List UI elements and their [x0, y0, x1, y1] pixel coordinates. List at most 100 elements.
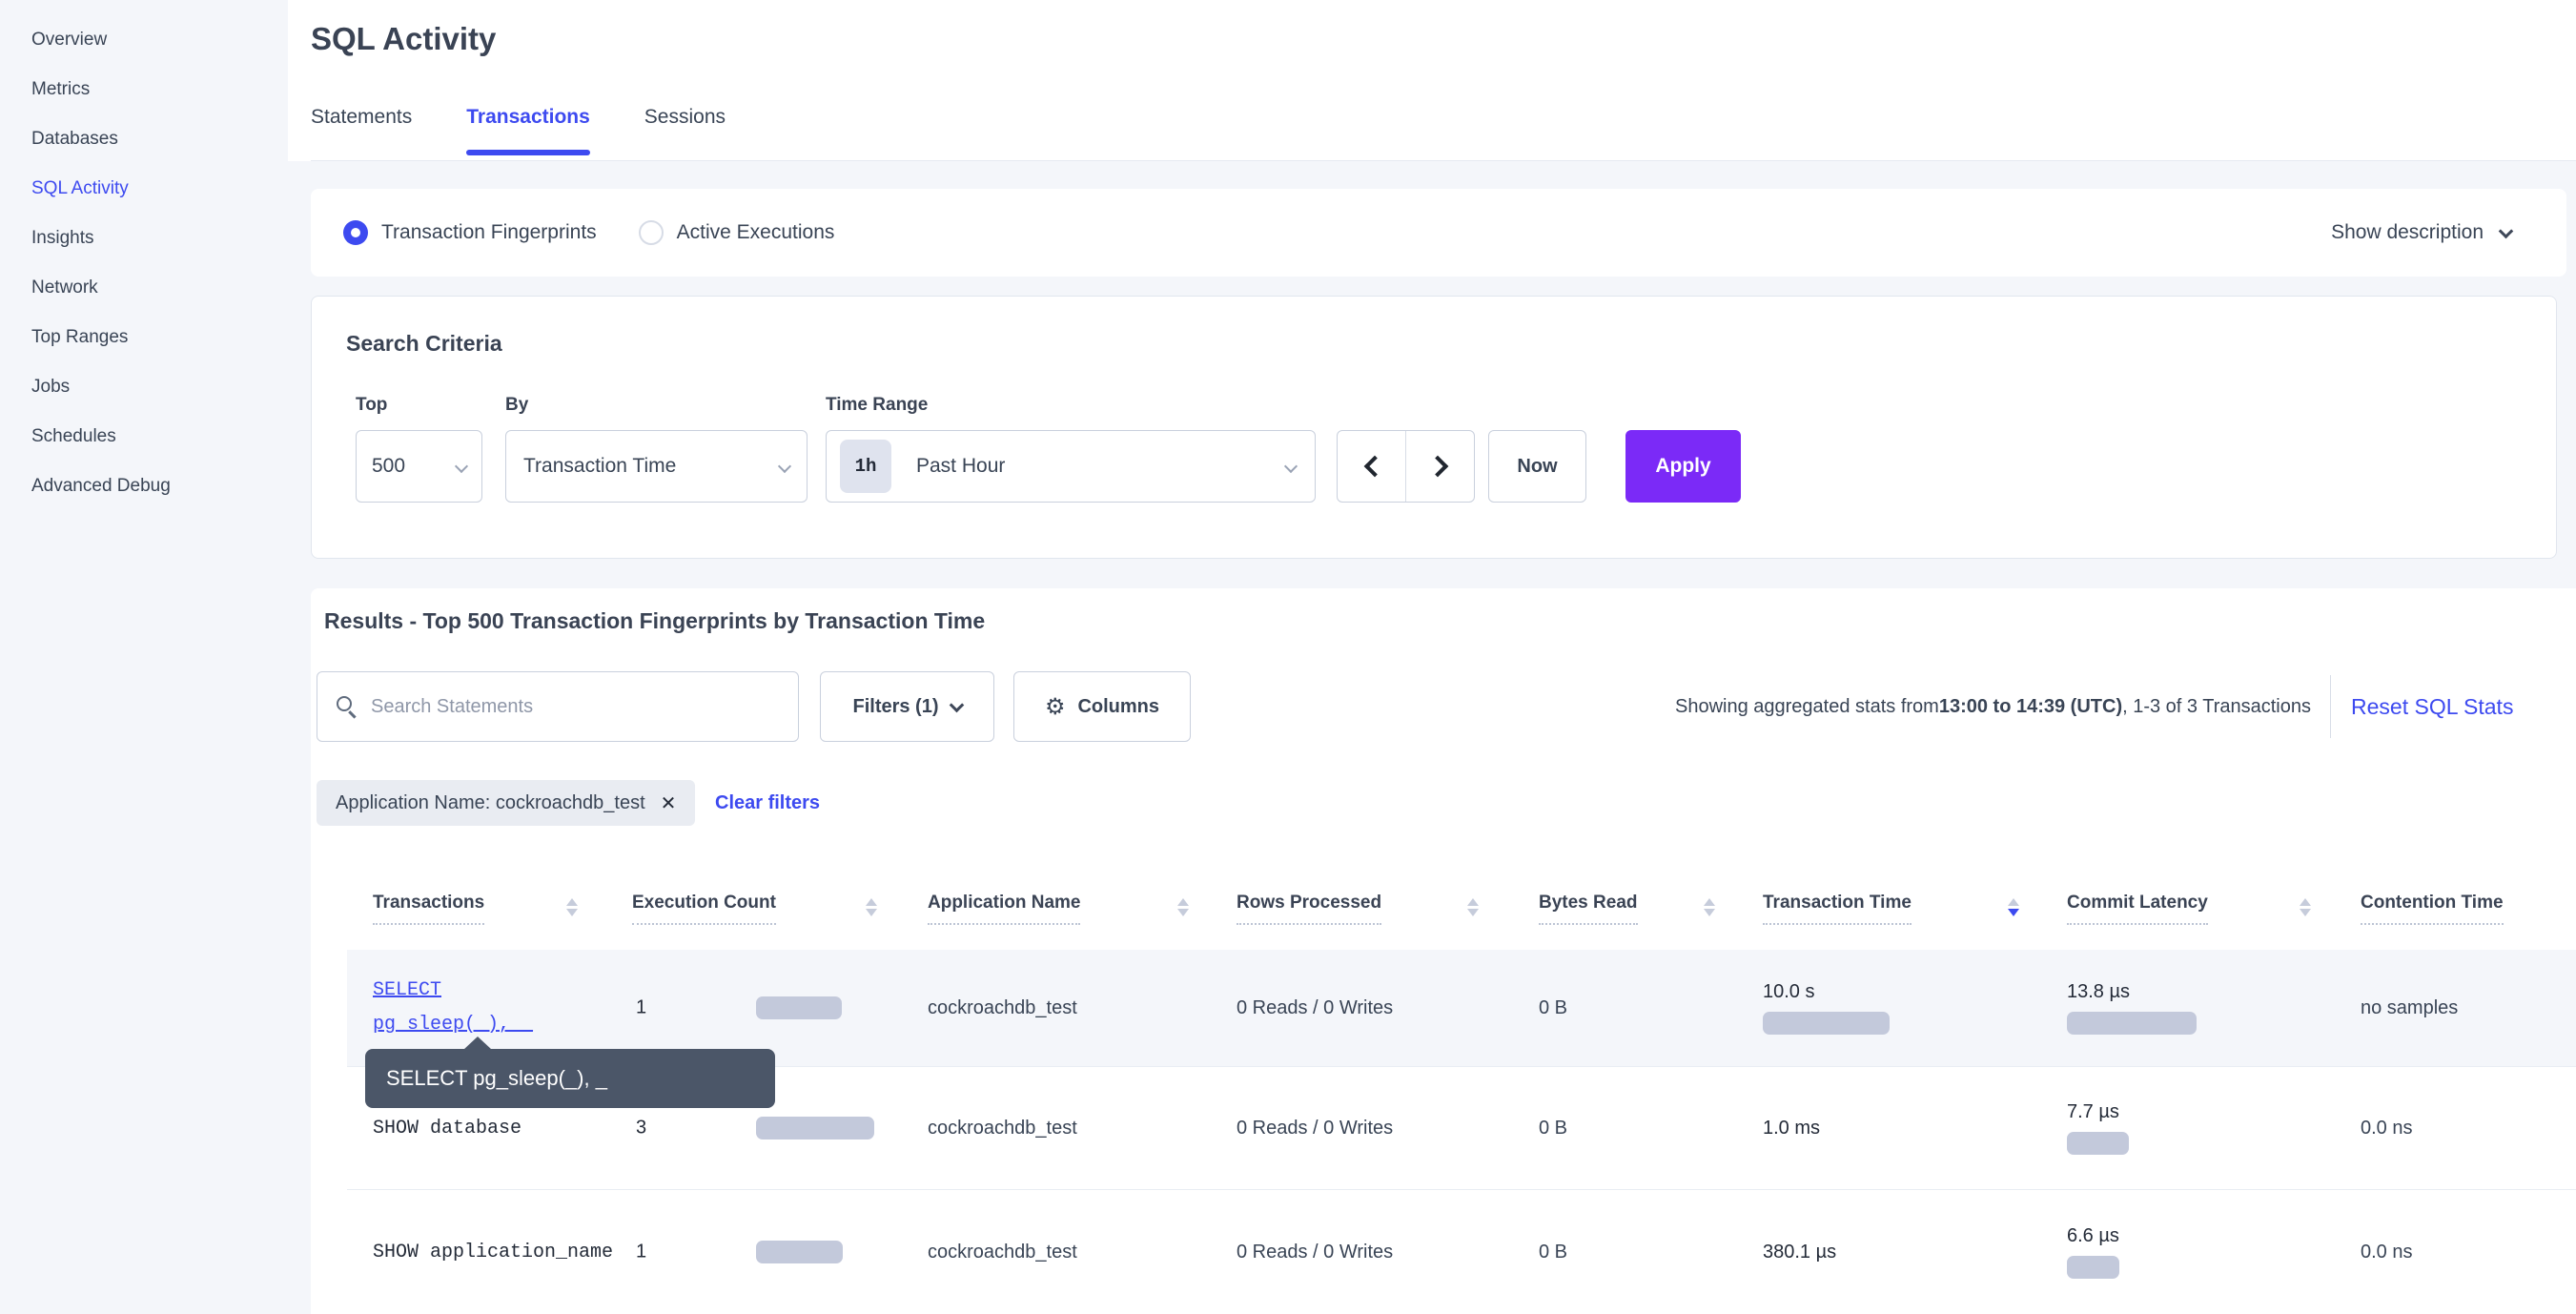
column-label: Commit Latency [2067, 893, 2208, 925]
sidebar-item-metrics[interactable]: Metrics [0, 65, 288, 114]
search-icon [337, 696, 352, 711]
tab-statements[interactable]: Statements [311, 103, 412, 155]
column-label: Contention Time [2361, 893, 2504, 925]
filter-chip-label: Application Name: cockroachdb_test [336, 792, 645, 814]
sidebar-item-sql-activity[interactable]: SQL Activity [0, 164, 288, 214]
chevron-down-icon [455, 460, 468, 473]
transaction-time-cell: 380.1 µs [1763, 1242, 2067, 1263]
bytes-read-cell: 0 B [1539, 1118, 1763, 1139]
commit-latency-value: 7.7 µs [2067, 1101, 2361, 1123]
reset-sql-stats-link[interactable]: Reset SQL Stats [2351, 671, 2513, 742]
column-header-contention-time[interactable]: Contention Time [2361, 877, 2576, 950]
sort-icon[interactable] [866, 898, 877, 916]
sort-icon[interactable] [1704, 898, 1715, 916]
by-select[interactable]: Transaction Time [505, 430, 808, 503]
sidebar-item-insights[interactable]: Insights [0, 214, 288, 263]
sidebar-item-jobs[interactable]: Jobs [0, 362, 288, 412]
show-description-toggle[interactable]: Show description [2331, 221, 2511, 244]
column-header-transaction-time[interactable]: Transaction Time [1763, 877, 2067, 950]
transaction-fingerprint-link[interactable]: SELECT pg_sleep(_), _ [373, 974, 533, 1042]
sidebar-item-advanced-debug[interactable]: Advanced Debug [0, 462, 288, 511]
sort-icon[interactable] [566, 898, 578, 916]
application-name-cell: cockroachdb_test [928, 997, 1237, 1019]
transaction-time-value: 1.0 ms [1763, 1118, 2067, 1139]
transaction-text-line2: pg_sleep(_), _ [373, 1008, 533, 1042]
results-section: Results - Top 500 Transaction Fingerprin… [311, 588, 2576, 1314]
time-range-value: Past Hour [916, 455, 1005, 478]
search-input[interactable] [317, 672, 798, 741]
radio-label: Transaction Fingerprints [381, 221, 597, 244]
sidebar: Overview Metrics Databases SQL Activity … [0, 0, 288, 1314]
tab-sessions[interactable]: Sessions [644, 103, 726, 155]
tab-transactions[interactable]: Transactions [466, 103, 590, 155]
stats-summary: Showing aggregated stats from 13:00 to 1… [1675, 671, 2311, 742]
apply-button[interactable]: Apply [1625, 430, 1741, 503]
previous-time-button[interactable] [1338, 431, 1405, 502]
bytes-read-cell: 0 B [1539, 1242, 1763, 1263]
search-box [317, 671, 799, 742]
commit-latency-cell: 7.7 µs [2067, 1101, 2361, 1155]
radio-selected-icon[interactable] [343, 220, 368, 245]
gear-icon: ⚙ [1045, 695, 1066, 718]
transaction-time-cell: 1.0 ms [1763, 1118, 2067, 1139]
chevron-down-icon [2499, 223, 2514, 238]
sql-activity-page: Overview Metrics Databases SQL Activity … [0, 0, 2576, 1314]
radio-label: Active Executions [677, 221, 835, 244]
top-label: Top [356, 395, 387, 416]
radio-unselected-icon[interactable] [639, 220, 664, 245]
radio-transaction-fingerprints[interactable]: Transaction Fingerprints [343, 220, 597, 245]
column-header-rows-processed[interactable]: Rows Processed [1237, 877, 1539, 950]
column-label: Execution Count [632, 893, 776, 925]
by-label: By [505, 395, 528, 416]
execution-count-bar [756, 1241, 843, 1263]
column-header-transactions[interactable]: Transactions [373, 877, 632, 950]
execution-count-value: 3 [636, 1118, 646, 1139]
sidebar-item-databases[interactable]: Databases [0, 114, 288, 164]
rows-processed-cell: 0 Reads / 0 Writes [1237, 997, 1539, 1019]
execution-count-bar [756, 1117, 874, 1139]
next-time-button[interactable] [1405, 431, 1474, 502]
filters-button-label: Filters (1) [852, 696, 938, 718]
columns-button[interactable]: ⚙ Columns [1013, 671, 1191, 742]
show-description-label: Show description [2331, 221, 2484, 244]
commit-latency-bar [2067, 1012, 2197, 1035]
radio-active-executions[interactable]: Active Executions [639, 220, 835, 245]
column-label: Rows Processed [1237, 893, 1381, 925]
top-select[interactable]: 500 [356, 430, 482, 503]
time-pager [1337, 430, 1475, 503]
columns-button-label: Columns [1077, 696, 1159, 718]
sort-icon[interactable] [1177, 898, 1189, 916]
column-label: Transactions [373, 893, 484, 925]
sort-icon[interactable] [2300, 898, 2311, 916]
time-range-select[interactable]: 1h Past Hour [826, 430, 1316, 503]
close-icon[interactable]: ✕ [661, 791, 677, 814]
sidebar-item-overview[interactable]: Overview [0, 15, 288, 65]
sidebar-item-network[interactable]: Network [0, 263, 288, 313]
column-header-application-name[interactable]: Application Name [928, 877, 1237, 950]
column-header-commit-latency[interactable]: Commit Latency [2067, 877, 2361, 950]
transaction-fingerprint-link[interactable]: SHOW database [373, 1118, 521, 1139]
transaction-fingerprint-link[interactable]: SHOW application_name [373, 1242, 613, 1263]
rows-processed-cell: 0 Reads / 0 Writes [1237, 1242, 1539, 1263]
commit-latency-value: 13.8 µs [2067, 981, 2361, 1003]
sidebar-item-schedules[interactable]: Schedules [0, 412, 288, 462]
contention-time-cell: 0.0 ns [2361, 1118, 2576, 1139]
column-label: Application Name [928, 893, 1080, 925]
view-toggle-bar: Transaction Fingerprints Active Executio… [311, 189, 2566, 277]
sort-icon[interactable] [1467, 898, 1479, 916]
column-header-execution-count[interactable]: Execution Count [632, 877, 928, 950]
sidebar-item-top-ranges[interactable]: Top Ranges [0, 313, 288, 362]
column-label: Bytes Read [1539, 893, 1638, 925]
column-label: Transaction Time [1763, 893, 1912, 925]
table-row[interactable]: SHOW application_name 1 cockroachdb_test… [347, 1190, 2576, 1314]
sort-icon-active[interactable] [2008, 898, 2019, 916]
commit-latency-cell: 6.6 µs [2067, 1225, 2361, 1279]
filters-button[interactable]: Filters (1) [820, 671, 994, 742]
clear-filters-link[interactable]: Clear filters [715, 780, 820, 826]
by-select-value: Transaction Time [523, 455, 676, 478]
now-button[interactable]: Now [1488, 430, 1586, 503]
time-range-badge: 1h [840, 440, 891, 493]
column-header-bytes-read[interactable]: Bytes Read [1539, 877, 1763, 950]
execution-count-cell: 1 [632, 1190, 928, 1314]
bytes-read-cell: 0 B [1539, 997, 1763, 1019]
